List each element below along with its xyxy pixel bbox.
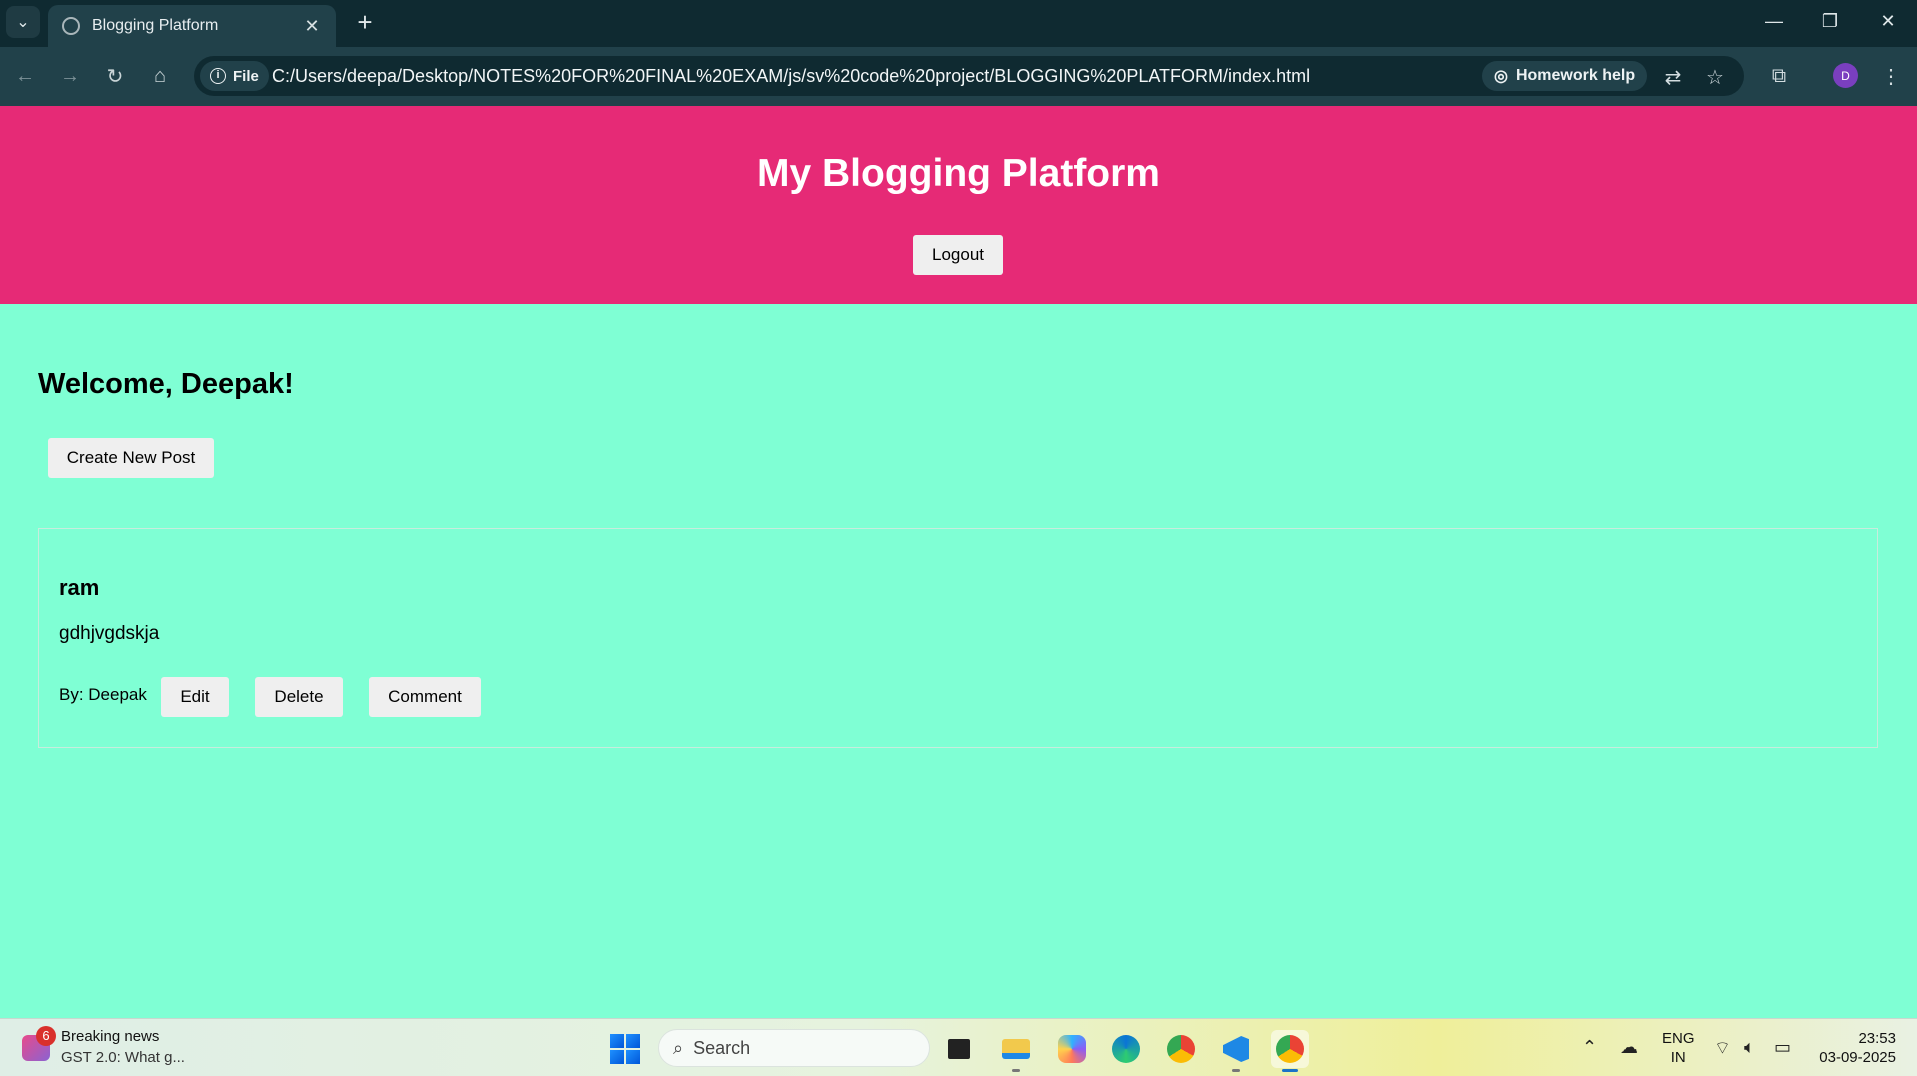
tab-title: Blogging Platform: [92, 17, 219, 34]
restore-icon[interactable]: ❐: [1808, 6, 1852, 36]
new-tab-button[interactable]: +: [350, 8, 380, 38]
logout-button[interactable]: Logout: [913, 235, 1003, 275]
language-indicator[interactable]: ENG IN: [1662, 1029, 1695, 1067]
clock-date: 03-09-2025: [1819, 1049, 1896, 1066]
window-close-icon[interactable]: ✕: [1866, 6, 1910, 36]
globe-icon: [62, 17, 80, 35]
profile-avatar[interactable]: D: [1833, 63, 1858, 88]
wifi-icon[interactable]: ⌔: [1714, 1037, 1731, 1060]
post-card: ram gdhjvgdskja By: Deepak Edit Delete C…: [38, 528, 1878, 748]
system-clock[interactable]: 23:53 03-09-2025: [1810, 1029, 1896, 1067]
comment-post-button[interactable]: Comment: [369, 677, 481, 717]
search-placeholder: Search: [693, 1037, 751, 1058]
address-bar[interactable]: i File C:/Users/deepa/Desktop/NOTES%20FO…: [194, 56, 1744, 96]
volume-icon[interactable]: 🔈︎: [1744, 1037, 1755, 1058]
taskbar-search[interactable]: ⌕ Search: [658, 1029, 930, 1067]
tab-search-chevron-icon[interactable]: ⌄: [6, 6, 40, 38]
taskbar: 6 Breaking news GST 2.0: What g... ⌕ Sea…: [0, 1018, 1917, 1076]
welcome-heading: Welcome, Deepak!: [38, 368, 294, 400]
browser-toolbar: ← → ↻ ⌂ i File C:/Users/deepa/Desktop/NO…: [0, 47, 1917, 106]
chrome-icon[interactable]: [1162, 1030, 1200, 1068]
delete-post-button[interactable]: Delete: [255, 677, 343, 717]
copilot-icon[interactable]: [1053, 1030, 1091, 1068]
edge-browser-icon[interactable]: [1107, 1030, 1145, 1068]
forward-arrow-icon[interactable]: →: [55, 61, 85, 91]
extensions-puzzle-icon[interactable]: ⧉: [1764, 61, 1794, 91]
lang-bottom: IN: [1670, 1049, 1686, 1066]
browser-tab-active[interactable]: Blogging Platform ✕: [48, 5, 336, 47]
notification-badge: 6: [36, 1026, 56, 1046]
edit-post-button[interactable]: Edit: [161, 677, 229, 717]
page-title: My Blogging Platform: [757, 152, 1160, 195]
back-arrow-icon[interactable]: ←: [10, 61, 40, 91]
more-menu-icon[interactable]: ⋮: [1876, 61, 1906, 91]
homework-help-button[interactable]: ◎ Homework help: [1482, 61, 1648, 91]
site-chip-label: File: [233, 67, 259, 85]
file-explorer-icon[interactable]: [997, 1030, 1035, 1072]
site-info-chip[interactable]: i File: [200, 61, 269, 91]
browser-tab-strip: ⌄ Blogging Platform ✕ + — ❐ ✕: [0, 0, 1917, 47]
url-text[interactable]: C:/Users/deepa/Desktop/NOTES%20FOR%20FIN…: [272, 66, 1310, 87]
post-body: gdhjvgdskja: [59, 623, 160, 644]
vscode-icon[interactable]: [1217, 1030, 1255, 1072]
create-post-button[interactable]: Create New Post: [48, 438, 214, 478]
clock-time: 23:53: [1858, 1030, 1896, 1047]
battery-icon[interactable]: ▭: [1774, 1037, 1791, 1058]
post-author: By: Deepak: [59, 685, 147, 704]
bookmark-star-icon[interactable]: ☆: [1702, 64, 1728, 90]
minimize-icon[interactable]: —: [1752, 6, 1796, 36]
info-icon: i: [210, 68, 226, 84]
onedrive-cloud-icon[interactable]: ☁: [1620, 1037, 1638, 1058]
news-title: Breaking news: [61, 1028, 160, 1045]
home-icon[interactable]: ⌂: [145, 61, 175, 91]
task-view-icon[interactable]: [940, 1030, 978, 1068]
tab-close-icon[interactable]: ✕: [302, 16, 322, 37]
chrome-active-icon[interactable]: [1271, 1030, 1309, 1072]
reload-icon[interactable]: ↻: [100, 61, 130, 91]
translate-icon[interactable]: ⇄: [1660, 64, 1686, 90]
homework-help-label: Homework help: [1515, 67, 1636, 84]
lens-icon: ◎: [1494, 68, 1508, 85]
site-header: My Blogging Platform Logout: [0, 106, 1917, 304]
news-subtitle: GST 2.0: What g...: [61, 1049, 185, 1066]
lang-top: ENG: [1662, 1030, 1695, 1047]
chevron-up-icon[interactable]: ⌃: [1582, 1037, 1597, 1058]
post-title: ram: [59, 575, 100, 600]
search-icon: ⌕: [673, 1037, 684, 1058]
windows-start-icon[interactable]: [610, 1034, 640, 1064]
